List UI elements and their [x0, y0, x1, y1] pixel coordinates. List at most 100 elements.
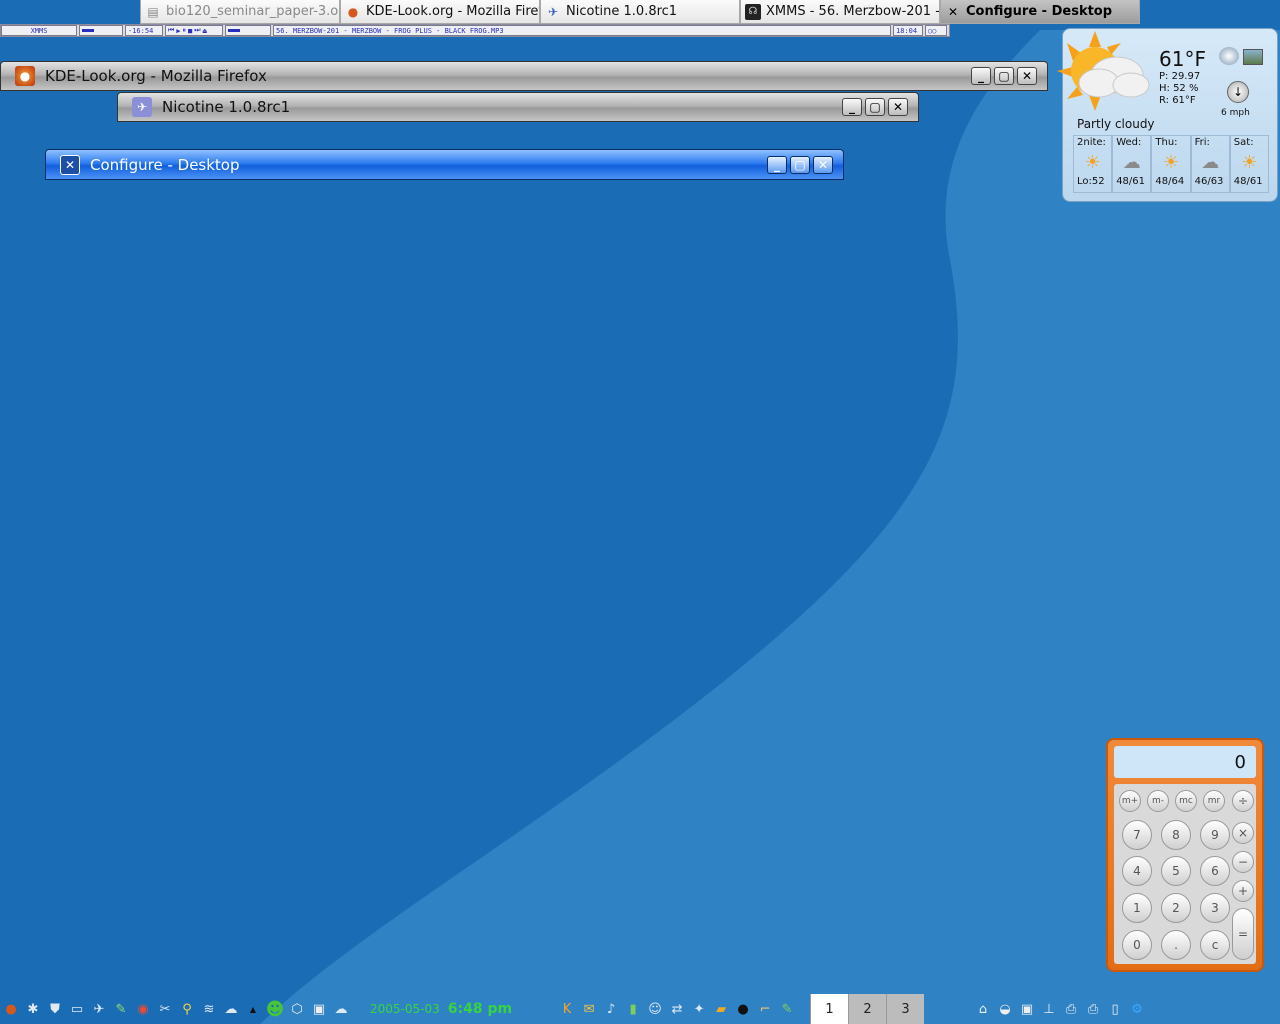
minimize-button[interactable]: _ [767, 155, 787, 174]
package-icon[interactable]: ⬡ [286, 998, 308, 1020]
digit-2-button[interactable]: 2 [1161, 893, 1191, 923]
digit-0-button[interactable]: 0 [1122, 930, 1152, 960]
seek-slider[interactable] [225, 25, 271, 36]
memory-recall-button[interactable]: mr [1203, 790, 1225, 812]
memory-clear-button[interactable]: mc [1175, 790, 1197, 812]
clear-button[interactable]: c [1200, 930, 1230, 960]
multiply-button[interactable]: × [1232, 822, 1254, 844]
weather-widget[interactable]: 61°F P: 29.97 H: 52 % R: 61°F ↓ 6 mph Pa… [1057, 28, 1278, 202]
task-firefox[interactable]: ● KDE-Look.org - Mozilla Firef [340, 0, 540, 24]
terminal-icon[interactable]: ⊥ [1038, 998, 1060, 1020]
search-launcher-icon[interactable]: ⚲ [176, 998, 198, 1020]
minimize-button[interactable]: _ [971, 67, 991, 85]
task-bio120-document[interactable]: ▤ bio120_seminar_paper-3.od [140, 0, 340, 24]
wrench-launcher-icon[interactable]: ✂ [154, 998, 176, 1020]
firefox-icon: ● [347, 4, 359, 19]
network-icon[interactable]: ⇄ [666, 998, 688, 1020]
desktop-2[interactable]: 2 [848, 994, 887, 1024]
notes-icon[interactable]: ✉ [578, 998, 600, 1020]
chevron-up-icon[interactable]: ▲ [242, 998, 264, 1020]
document-icon: ▤ [147, 4, 159, 19]
close-button[interactable]: ✕ [888, 98, 908, 116]
digit-6-button[interactable]: 6 [1200, 856, 1230, 886]
network-launcher-icon[interactable]: ≋ [198, 998, 220, 1020]
forecast-days: 2nite: ☀ Lo:52 Wed: ☁ 48/61 Thu: ☀ 48/64… [1073, 135, 1269, 193]
forecast-day: Fri: ☁ 46/63 [1190, 135, 1230, 193]
minimize-button[interactable]: _ [842, 98, 862, 116]
gun-icon[interactable]: ⌐ [754, 998, 776, 1020]
map-icon[interactable] [1243, 49, 1263, 65]
battery-icon[interactable]: ▮ [622, 998, 644, 1020]
firefox-window-titlebar[interactable]: ● KDE-Look.org - Mozilla Firefox _ ▢ ✕ [0, 61, 1048, 91]
bomb-icon[interactable]: ● [732, 998, 754, 1020]
globe-icon[interactable] [1219, 47, 1239, 65]
xmms-window-buttons[interactable]: ○○ [925, 25, 947, 36]
shield-launcher-icon[interactable]: ⛊ [44, 998, 66, 1020]
volume-icon[interactable]: ♪ [600, 998, 622, 1020]
digit-4-button[interactable]: 4 [1122, 856, 1152, 886]
digit-9-button[interactable]: 9 [1200, 820, 1230, 850]
close-button[interactable]: ✕ [1017, 67, 1037, 85]
home-folder-icon[interactable]: ⌂ [972, 998, 994, 1020]
digit-8-button[interactable]: 8 [1161, 820, 1191, 850]
equals-button[interactable]: = [1232, 908, 1254, 960]
volume-slider[interactable] [79, 25, 123, 36]
gear-icon[interactable]: ⚙ [1126, 998, 1148, 1020]
forecast-day-label: Wed: [1116, 137, 1142, 148]
eject-icon[interactable]: ⏏ [203, 27, 207, 35]
stop-icon[interactable]: ■ [188, 27, 192, 35]
desktop-3[interactable]: 3 [886, 994, 925, 1024]
clock-time[interactable]: 6:48 pm [448, 1001, 512, 1017]
printer-manager-icon[interactable]: ⎙ [1060, 998, 1082, 1020]
pen-icon[interactable]: ✎ [776, 998, 798, 1020]
settings-launcher-icon[interactable]: ✱ [22, 998, 44, 1020]
cloud-launcher-icon[interactable]: ☁ [220, 998, 242, 1020]
pause-icon[interactable]: ⏸ [183, 26, 187, 35]
digit-7-button[interactable]: 7 [1122, 820, 1152, 850]
configure-desktop-window-titlebar[interactable]: ✕ Configure - Desktop _ ▢ ✕ [45, 149, 844, 180]
weather-tray-icon[interactable]: ☁ [330, 998, 352, 1020]
kde-icon[interactable]: K [556, 998, 578, 1020]
printer-icon[interactable]: ⎙ [1082, 998, 1104, 1020]
add-button[interactable]: + [1232, 880, 1254, 902]
play-icon[interactable]: ▶ [176, 27, 180, 35]
tool-launcher-icon[interactable]: ✎ [110, 998, 132, 1020]
maximize-button[interactable]: ▢ [790, 155, 810, 174]
desktop-1[interactable]: 1 [810, 994, 849, 1024]
green-smiley-icon[interactable]: ☻ [264, 998, 286, 1020]
digit-5-button[interactable]: 5 [1161, 856, 1191, 886]
digit-3-button[interactable]: 3 [1200, 893, 1230, 923]
xmms-logo[interactable]: XMMS [1, 25, 77, 36]
pen-drive-icon[interactable]: ▯ [1104, 998, 1126, 1020]
forecast-day-label: 2nite: [1077, 137, 1106, 148]
xmms-player-bar: XMMS -16:54 ⏮ ▶ ⏸ ■ ⏭ ⏏ 56. MERZBOW-201 … [0, 24, 950, 37]
partly-cloudy-icon: ☀ [1084, 151, 1101, 173]
memory-add-button[interactable]: m+ [1119, 790, 1141, 812]
close-button[interactable]: ✕ [813, 155, 833, 174]
drive-launcher-icon[interactable]: ▭ [66, 998, 88, 1020]
task-label: KDE-Look.org - Mozilla Firef [366, 4, 539, 19]
decimal-button[interactable]: . [1161, 930, 1191, 960]
folder-icon[interactable]: ▰ [710, 998, 732, 1020]
monitor-icon[interactable]: ▣ [308, 998, 330, 1020]
playback-controls[interactable]: ⏮ ▶ ⏸ ■ ⏭ ⏏ [165, 25, 223, 36]
divide-button[interactable]: ÷ [1232, 790, 1254, 812]
network-share-icon[interactable]: ◒ [994, 998, 1016, 1020]
digit-1-button[interactable]: 1 [1122, 893, 1152, 923]
next-icon[interactable]: ⏭ [194, 26, 200, 35]
clipboard-icon[interactable]: ✦ [688, 998, 710, 1020]
lifebuoy-launcher-icon[interactable]: ◉ [132, 998, 154, 1020]
firefox-launcher-icon[interactable]: ● [0, 998, 22, 1020]
task-nicotine[interactable]: ✈ Nicotine 1.0.8rc1 [540, 0, 740, 24]
previous-icon[interactable]: ⏮ [168, 26, 174, 35]
subtract-button[interactable]: − [1232, 851, 1254, 873]
nicotine-window-titlebar[interactable]: ✈ Nicotine 1.0.8rc1 _ ▢ ✕ [117, 92, 919, 122]
task-xmms[interactable]: ☊ XMMS - 56. Merzbow-201 - [740, 0, 940, 24]
maximize-button[interactable]: ▢ [865, 98, 885, 116]
screenshot-icon[interactable]: ▣ [1016, 998, 1038, 1020]
user-icon[interactable]: ☺ [644, 998, 666, 1020]
nicotine-launcher-icon[interactable]: ✈ [88, 998, 110, 1020]
memory-subtract-button[interactable]: m- [1147, 790, 1169, 812]
task-configure-desktop[interactable]: ✕ Configure - Desktop [940, 0, 1140, 24]
maximize-button[interactable]: ▢ [994, 67, 1014, 85]
